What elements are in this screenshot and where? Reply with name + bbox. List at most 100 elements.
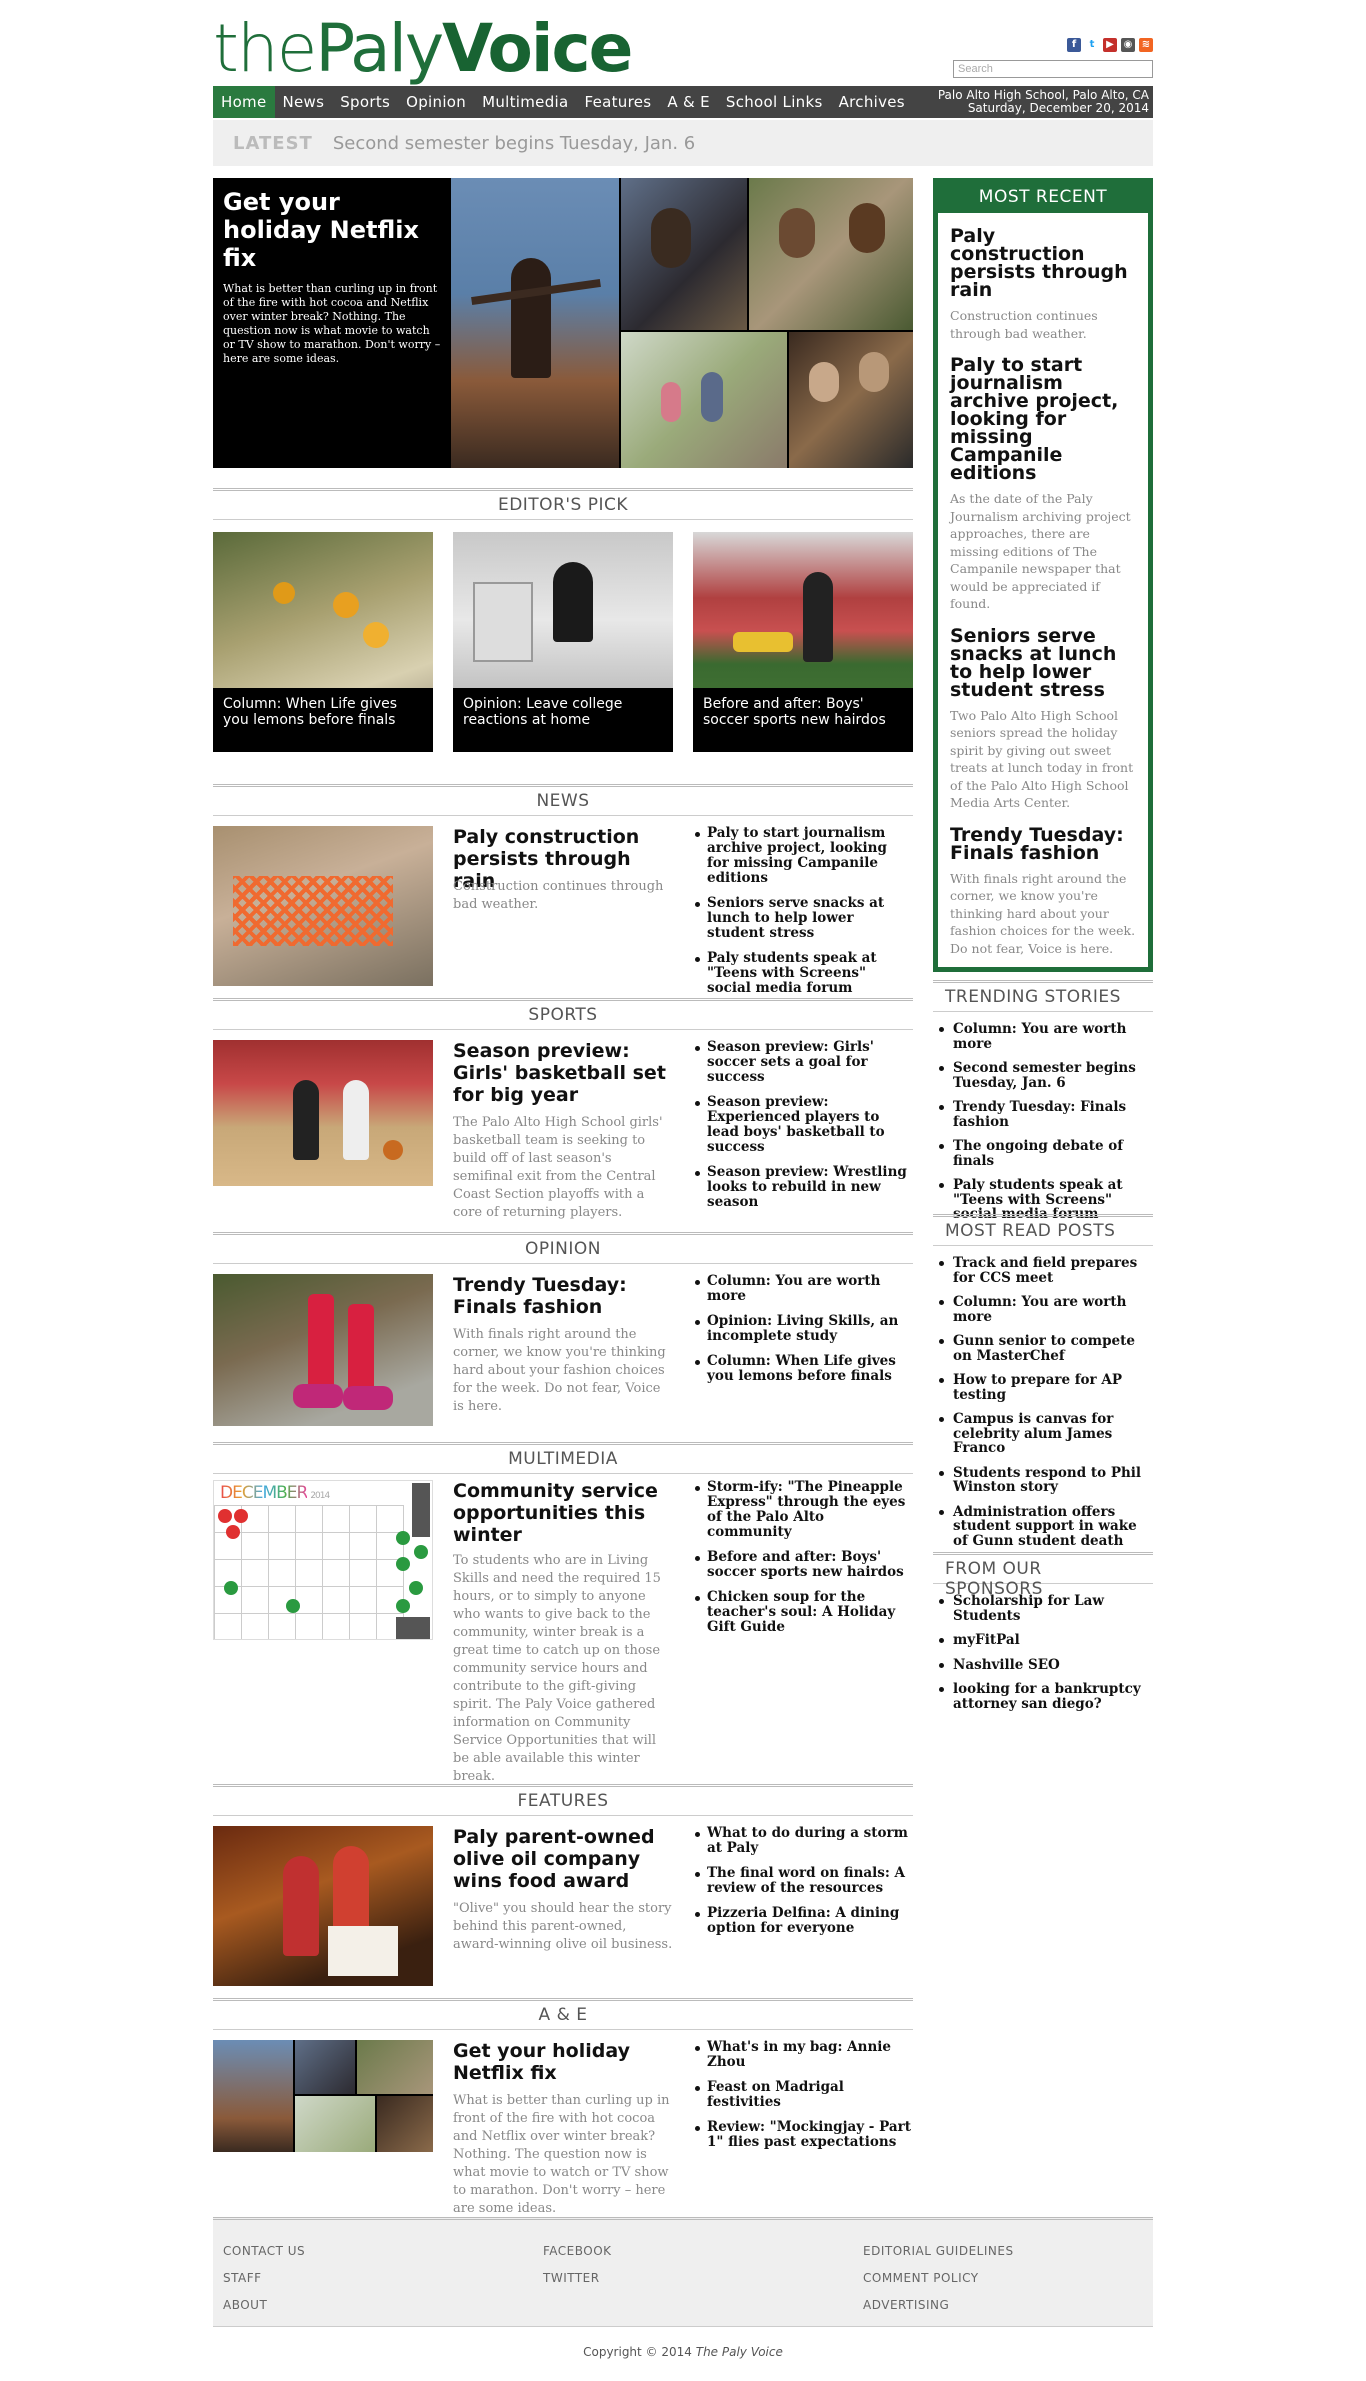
- logo-paly: Paly: [315, 10, 444, 87]
- sports-link[interactable]: Season preview: Wrestling looks to rebui…: [693, 1165, 913, 1210]
- sponsor-link[interactable]: Scholarship for Law Students: [933, 1594, 1153, 1623]
- multimedia-link[interactable]: Chicken soup for the teacher's soul: A H…: [693, 1590, 913, 1635]
- features-thumb[interactable]: [213, 1826, 433, 1986]
- recent-item: Trendy Tuesday: Finals fashion With fina…: [938, 825, 1148, 958]
- latest-text[interactable]: Second semester begins Tuesday, Jan. 6: [333, 133, 695, 154]
- ae-title[interactable]: Get your holiday Netflix fix: [453, 2040, 673, 2084]
- recent-item: Paly to start journalism archive project…: [938, 356, 1148, 613]
- pick-soccer-hairdos[interactable]: Before and after: Boys' soccer sports ne…: [693, 532, 913, 752]
- sponsor-link[interactable]: looking for a bankruptcy attorney san di…: [933, 1682, 1153, 1711]
- news-link[interactable]: Paly students speak at "Teens with Scree…: [693, 951, 913, 996]
- twitter-icon[interactable]: t: [1085, 38, 1099, 52]
- sports-thumb[interactable]: [213, 1040, 433, 1186]
- opinion-link[interactable]: Opinion: Living Skills, an incomplete st…: [693, 1314, 913, 1344]
- nav-multimedia[interactable]: Multimedia: [474, 86, 576, 118]
- most-read-link[interactable]: Administration offers student support in…: [933, 1504, 1153, 1549]
- opinion-link[interactable]: Column: You are worth more: [693, 1274, 913, 1304]
- nav-features[interactable]: Features: [576, 86, 659, 118]
- section-editors-pick: EDITOR'S PICK: [213, 488, 913, 520]
- footer-link-facebook[interactable]: FACEBOOK: [543, 2238, 612, 2265]
- search-input[interactable]: Search: [953, 60, 1153, 78]
- features-links: What to do during a storm at Paly The fi…: [693, 1826, 913, 1946]
- recent-item-title[interactable]: Paly construction persists through rain: [950, 227, 1136, 300]
- nav-sports[interactable]: Sports: [332, 86, 398, 118]
- opinion-thumb[interactable]: [213, 1274, 433, 1426]
- most-read-link[interactable]: How to prepare for AP testing: [933, 1373, 1153, 1402]
- nav-ae[interactable]: A & E: [659, 86, 717, 118]
- pick-caption[interactable]: Column: When Life gives you lemons befor…: [213, 688, 433, 752]
- sports-title[interactable]: Season preview: Girls' basketball set fo…: [453, 1040, 673, 1106]
- footer-col-3: EDITORIAL GUIDELINES COMMENT POLICY ADVE…: [863, 2238, 1014, 2319]
- most-read-link[interactable]: Column: You are worth more: [933, 1295, 1153, 1324]
- section-sports: SPORTS: [213, 998, 913, 1030]
- pick-college-reactions[interactable]: Opinion: Leave college reactions at home: [453, 532, 673, 752]
- copyright-name: The Paly Voice: [695, 2345, 783, 2359]
- ae-link[interactable]: Feast on Madrigal festivities: [693, 2080, 913, 2110]
- pick-lemons[interactable]: Column: When Life gives you lemons befor…: [213, 532, 433, 752]
- sports-link[interactable]: Season preview: Girls' soccer sets a goa…: [693, 1040, 913, 1085]
- pick-caption[interactable]: Opinion: Leave college reactions at home: [453, 688, 673, 752]
- most-read-link[interactable]: Students respond to Phil Winston story: [933, 1465, 1153, 1495]
- news-thumb[interactable]: [213, 826, 433, 986]
- page: thePalyVoice f t ▶ ◉ ≋ Search Home News …: [213, 0, 1153, 2381]
- footer-link-twitter[interactable]: TWITTER: [543, 2265, 612, 2292]
- section-multimedia: MULTIMEDIA: [213, 1442, 913, 1474]
- youtube-icon[interactable]: ▶: [1103, 38, 1117, 52]
- trending-link[interactable]: Column: You are worth more: [933, 1022, 1153, 1051]
- sponsor-link[interactable]: Nashville SEO: [933, 1657, 1153, 1673]
- sports-link[interactable]: Season preview: Experienced players to l…: [693, 1095, 913, 1155]
- recent-item-title[interactable]: Seniors serve snacks at lunch to help lo…: [950, 626, 1136, 699]
- social-icons: f t ▶ ◉ ≋: [1067, 38, 1153, 52]
- opinion-excerpt: With finals right around the corner, we …: [453, 1327, 666, 1414]
- pick-caption[interactable]: Before and after: Boys' soccer sports ne…: [693, 688, 913, 752]
- footer-col-2: FACEBOOK TWITTER: [543, 2238, 612, 2292]
- most-read-link[interactable]: Gunn senior to compete on MasterChef: [933, 1334, 1153, 1363]
- multimedia-thumb-calendar[interactable]: DECEMBER 2014: [213, 1480, 433, 1640]
- recent-item-title[interactable]: Trendy Tuesday: Finals fashion: [950, 825, 1136, 862]
- footer-link-about[interactable]: ABOUT: [223, 2292, 305, 2319]
- multimedia-link[interactable]: Before and after: Boys' soccer sports ne…: [693, 1550, 913, 1580]
- hero-feature[interactable]: Get your holiday Netflix fix What is bet…: [213, 178, 913, 468]
- opinion-link[interactable]: Column: When Life gives you lemons befor…: [693, 1354, 913, 1384]
- footer-link-advertising[interactable]: ADVERTISING: [863, 2292, 1014, 2319]
- footer-link-contact[interactable]: CONTACT US: [223, 2238, 305, 2265]
- nav-news[interactable]: News: [275, 86, 333, 118]
- ae-thumb[interactable]: [213, 2040, 433, 2152]
- site-logo[interactable]: thePalyVoice: [213, 10, 633, 88]
- footer-link-editorial[interactable]: EDITORIAL GUIDELINES: [863, 2238, 1014, 2265]
- opinion-title[interactable]: Trendy Tuesday: Finals fashion: [453, 1274, 673, 1318]
- most-read-link[interactable]: Campus is canvas for celebrity alum Jame…: [933, 1412, 1153, 1456]
- hero-excerpt: What is better than curling up in front …: [223, 282, 441, 365]
- features-title[interactable]: Paly parent-owned olive oil company wins…: [453, 1826, 673, 1892]
- features-link[interactable]: Pizzeria Delfina: A dining option for ev…: [693, 1906, 913, 1936]
- sports-links: Season preview: Girls' soccer sets a goa…: [693, 1040, 913, 1220]
- footer-link-comment-policy[interactable]: COMMENT POLICY: [863, 2265, 1014, 2292]
- rss-icon[interactable]: ≋: [1139, 38, 1153, 52]
- trending-link[interactable]: The ongoing debate of finals: [933, 1139, 1153, 1168]
- ae-link[interactable]: What's in my bag: Annie Zhou: [693, 2040, 913, 2070]
- recent-item: Seniors serve snacks at lunch to help lo…: [938, 626, 1148, 812]
- news-link[interactable]: Paly to start journalism archive project…: [693, 826, 913, 886]
- trending-link[interactable]: Second semester begins Tuesday, Jan. 6: [933, 1061, 1153, 1090]
- nav-home[interactable]: Home: [213, 86, 275, 118]
- most-read-link[interactable]: Track and field prepares for CCS meet: [933, 1256, 1153, 1285]
- recent-item-title[interactable]: Paly to start journalism archive project…: [950, 356, 1136, 483]
- multimedia-link[interactable]: Storm-ify: "The Pineapple Express" throu…: [693, 1480, 913, 1540]
- nav-opinion[interactable]: Opinion: [398, 86, 474, 118]
- news-link[interactable]: Seniors serve snacks at lunch to help lo…: [693, 896, 913, 941]
- trending-link[interactable]: Trendy Tuesday: Finals fashion: [933, 1100, 1153, 1129]
- instagram-icon[interactable]: ◉: [1121, 38, 1135, 52]
- section-features: FEATURES: [213, 1784, 913, 1816]
- hero-title[interactable]: Get your holiday Netflix fix: [223, 188, 441, 272]
- features-link[interactable]: What to do during a storm at Paly: [693, 1826, 913, 1856]
- footer-link-staff[interactable]: STAFF: [223, 2265, 305, 2292]
- nav-school-links[interactable]: School Links: [718, 86, 831, 118]
- sponsors-heading: FROM OUR SPONSORS: [933, 1552, 1153, 1599]
- nav-archives[interactable]: Archives: [831, 86, 913, 118]
- features-link[interactable]: The final word on finals: A review of th…: [693, 1866, 913, 1896]
- opinion-links: Column: You are worth more Opinion: Livi…: [693, 1274, 913, 1394]
- multimedia-title[interactable]: Community service opportunities this win…: [453, 1480, 673, 1546]
- sponsor-link[interactable]: myFitPal: [933, 1633, 1153, 1648]
- ae-link[interactable]: Review: "Mockingjay - Part 1" flies past…: [693, 2120, 913, 2150]
- facebook-icon[interactable]: f: [1067, 38, 1081, 52]
